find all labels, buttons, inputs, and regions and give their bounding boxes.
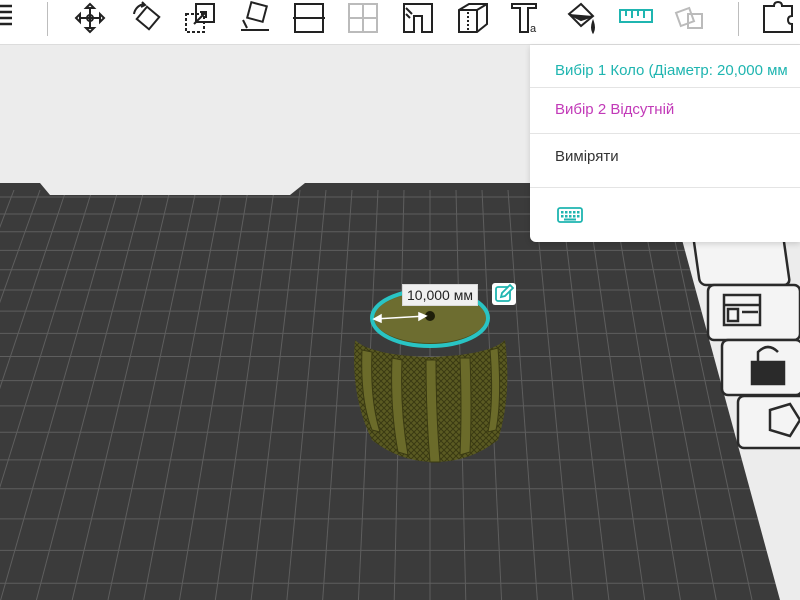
- measure-icon[interactable]: [618, 0, 654, 36]
- selection-2-row[interactable]: Вибір 2 Відсутній: [530, 87, 800, 134]
- toolbar-separator: [47, 2, 48, 36]
- selection-2-text: Вибір 2 Відсутній: [555, 101, 675, 118]
- dimension-value-label: 10,000 мм: [402, 284, 478, 306]
- support-icon[interactable]: [400, 0, 436, 36]
- measure-label: Виміряти: [555, 148, 619, 165]
- assembly-icon[interactable]: [672, 0, 708, 36]
- edit-dimension-button[interactable]: [492, 283, 516, 305]
- rotate-icon[interactable]: [128, 0, 164, 36]
- place-on-face-icon[interactable]: [237, 0, 273, 36]
- variable-layer-icon[interactable]: a: [508, 0, 544, 36]
- keyboard-icon[interactable]: [557, 207, 583, 228]
- selection-1-text: Вибір 1 Коло (Діаметр: 20,000 мм: [555, 62, 788, 79]
- move-icon[interactable]: [72, 0, 108, 36]
- menu-icon[interactable]: [0, 0, 26, 36]
- puzzle-icon[interactable]: [760, 0, 796, 36]
- selection-1-row[interactable]: Вибір 1 Коло (Діаметр: 20,000 мм: [530, 45, 800, 88]
- 3d-model[interactable]: [354, 288, 508, 463]
- top-toolbar: a: [0, 0, 800, 45]
- measure-row[interactable]: Виміряти: [530, 133, 800, 188]
- color-paint-icon[interactable]: [563, 0, 599, 36]
- seam-icon[interactable]: [455, 0, 491, 36]
- measure-panel: Вибір 1 Коло (Діаметр: 20,000 мм Вибір 2…: [530, 45, 800, 242]
- cut-icon[interactable]: [291, 0, 327, 36]
- mirror-icon[interactable]: [345, 0, 381, 36]
- toolbar-separator: [738, 2, 739, 36]
- scale-icon[interactable]: [182, 0, 218, 36]
- edit-icon: [495, 283, 515, 302]
- svg-text:a: a: [530, 23, 537, 35]
